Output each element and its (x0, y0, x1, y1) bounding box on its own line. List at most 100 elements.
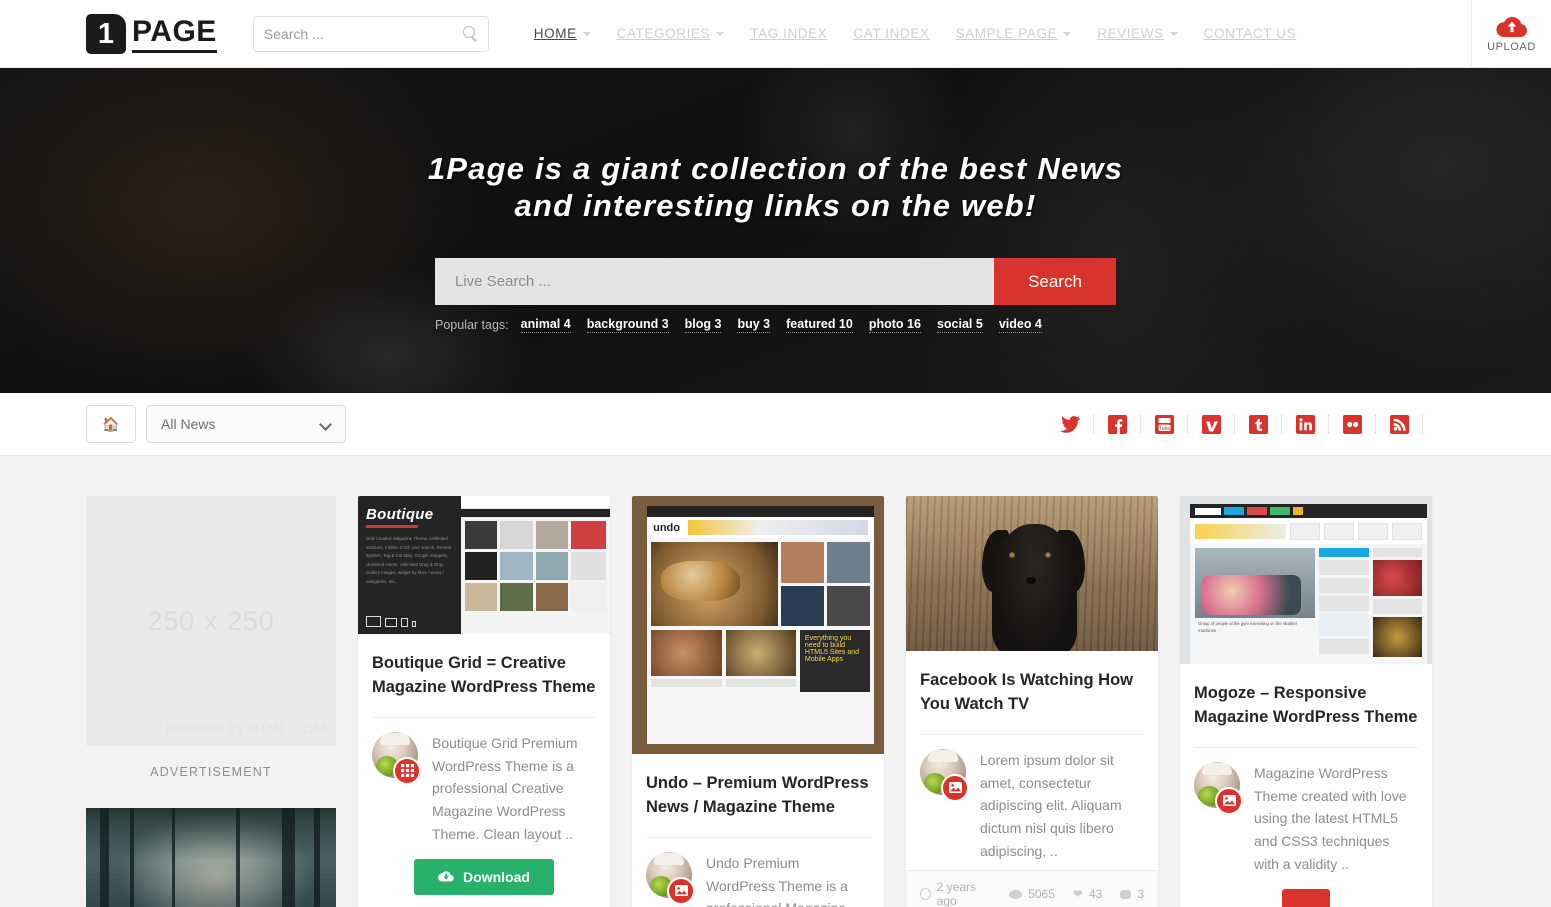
tag-animal[interactable]: animal 4 (520, 317, 571, 334)
article-excerpt: Magazine WordPress Theme created with lo… (1254, 764, 1407, 872)
clock-icon (920, 888, 931, 901)
decor (365, 525, 419, 528)
home-icon: 🏠 (102, 415, 120, 432)
forest-ad-image[interactable] (86, 808, 336, 907)
decor (1270, 507, 1291, 516)
twitter-icon[interactable] (1059, 413, 1081, 435)
chevron-down-icon (716, 32, 725, 37)
article-title[interactable]: Mogoze – Responsive Magazine WordPress T… (1180, 664, 1432, 730)
image-icon (1215, 786, 1243, 815)
author-avatar-wrap[interactable] (1194, 761, 1243, 875)
author-avatar-wrap[interactable] (646, 851, 695, 907)
article-card[interactable]: undo Everything you need to build HTML5 … (632, 496, 884, 907)
decor (461, 509, 610, 517)
decor (461, 517, 610, 615)
logo-wordmark: PAGE (132, 15, 217, 53)
vimeo-icon[interactable] (1200, 413, 1222, 435)
decor (781, 585, 870, 627)
nav-item-reviews[interactable]: REVIEWS (1084, 26, 1190, 41)
decor (1357, 522, 1388, 540)
decor (1025, 576, 1036, 584)
chevron-down-icon (582, 32, 591, 37)
tag-featured[interactable]: featured 10 (786, 317, 853, 334)
decor (100, 808, 109, 907)
flickr-icon[interactable] (1341, 413, 1363, 435)
meta-likes: ❤ 43 (1073, 887, 1102, 901)
decor (465, 583, 498, 611)
nav-label: CATEGORIES (616, 26, 711, 41)
youtube-icon[interactable]: Tube (1153, 413, 1175, 435)
facebook-icon[interactable] (1106, 413, 1128, 435)
tag-social[interactable]: social 5 (936, 317, 983, 334)
article-card[interactable]: Facebook Is Watching How You Watch TV Lo… (906, 496, 1158, 907)
nav-item-home[interactable]: HOME (521, 26, 604, 41)
tablet-icon (401, 618, 408, 627)
live-search-form: Search (435, 258, 1116, 306)
thumb-right-panel (461, 496, 610, 634)
decor (651, 679, 722, 688)
site-logo[interactable]: 1 PAGE (86, 13, 217, 54)
tag-background[interactable]: background 3 (586, 317, 669, 334)
decor (172, 808, 175, 907)
article-thumbnail[interactable]: Group of people at the gym exercising on… (1180, 496, 1432, 664)
author-avatar-wrap[interactable] (372, 731, 421, 845)
decor (1373, 617, 1422, 658)
ad-placeholder[interactable]: 250 x 250 Powered by HTML.COM (86, 496, 336, 746)
device-icons (366, 616, 416, 627)
news-filter[interactable]: All News (146, 405, 346, 443)
article-thumbnail[interactable]: Boutique Grid Creative Magazine Theme, U… (358, 496, 610, 634)
decor: undo (647, 506, 874, 744)
decor (1319, 639, 1370, 655)
cloud-upload-icon (1495, 16, 1529, 38)
decor (1323, 522, 1354, 540)
article-card[interactable]: Group of people at the gym exercising on… (1180, 496, 1432, 907)
search-input[interactable] (263, 25, 463, 42)
tag-blog[interactable]: blog 3 (684, 317, 722, 334)
decor (991, 523, 1078, 651)
article-title[interactable]: Boutique Grid = Creative Magazine WordPr… (358, 634, 610, 700)
rss-icon[interactable] (1388, 413, 1410, 435)
thumb-ad-text: Everything you need to build HTML5 Sites… (799, 630, 870, 693)
content-grid: 250 x 250 Powered by HTML.COM ADVERTISEM… (0, 456, 1551, 907)
tag-video[interactable]: video 4 (998, 317, 1042, 334)
article-card[interactable]: Boutique Grid Creative Magazine Theme, U… (358, 496, 610, 907)
tag-photo[interactable]: photo 16 (868, 317, 921, 334)
upload-button[interactable]: UPLOAD (1471, 0, 1551, 68)
article-title[interactable]: Facebook Is Watching How You Watch TV (906, 651, 1158, 717)
decor (781, 542, 870, 627)
decor (282, 808, 295, 907)
tag-buy[interactable]: buy 3 (737, 317, 771, 334)
decor (236, 808, 240, 907)
nav-item-cat-index[interactable]: CAT INDEX (840, 26, 942, 41)
nav-item-categories[interactable]: CATEGORIES (604, 26, 738, 41)
article-thumbnail[interactable] (906, 496, 1158, 651)
article-thumbnail[interactable]: undo Everything you need to build HTML5 … (632, 496, 884, 754)
meta-time: 2 years ago (920, 880, 991, 907)
nav-item-sample-page[interactable]: SAMPLE PAGE (943, 26, 1085, 41)
search-icon[interactable] (462, 26, 478, 41)
author-avatar-wrap[interactable] (920, 748, 969, 862)
hero-title-line2: and interesting links on the web! (514, 188, 1037, 224)
download-button[interactable]: Download (414, 859, 554, 896)
decor (781, 542, 870, 583)
decor (130, 808, 134, 907)
decor (465, 552, 498, 580)
article-title[interactable]: Undo – Premium WordPress News / Magazine… (632, 754, 884, 820)
decor (1373, 560, 1422, 597)
divider (1187, 415, 1188, 433)
nav-item-tag-index[interactable]: TAG INDEX (737, 26, 840, 41)
linkedin-icon[interactable] (1294, 413, 1316, 435)
nav-item-contact-us[interactable]: CONTACT US (1191, 26, 1310, 41)
download-button[interactable] (1282, 889, 1330, 907)
decor (1391, 522, 1422, 540)
divider (1375, 415, 1376, 433)
live-search-input[interactable] (435, 258, 994, 306)
site-header: 1 PAGE HOME CATEGORIES TAG INDEX CAT IND… (0, 0, 1551, 68)
nav-label: REVIEWS (1097, 26, 1164, 41)
header-search[interactable] (252, 15, 489, 52)
news-filter-select[interactable]: All News (146, 405, 346, 443)
decor (725, 679, 796, 688)
live-search-button[interactable]: Search (994, 258, 1116, 306)
tumblr-icon[interactable] (1247, 413, 1269, 435)
home-button[interactable]: 🏠 (86, 405, 136, 443)
